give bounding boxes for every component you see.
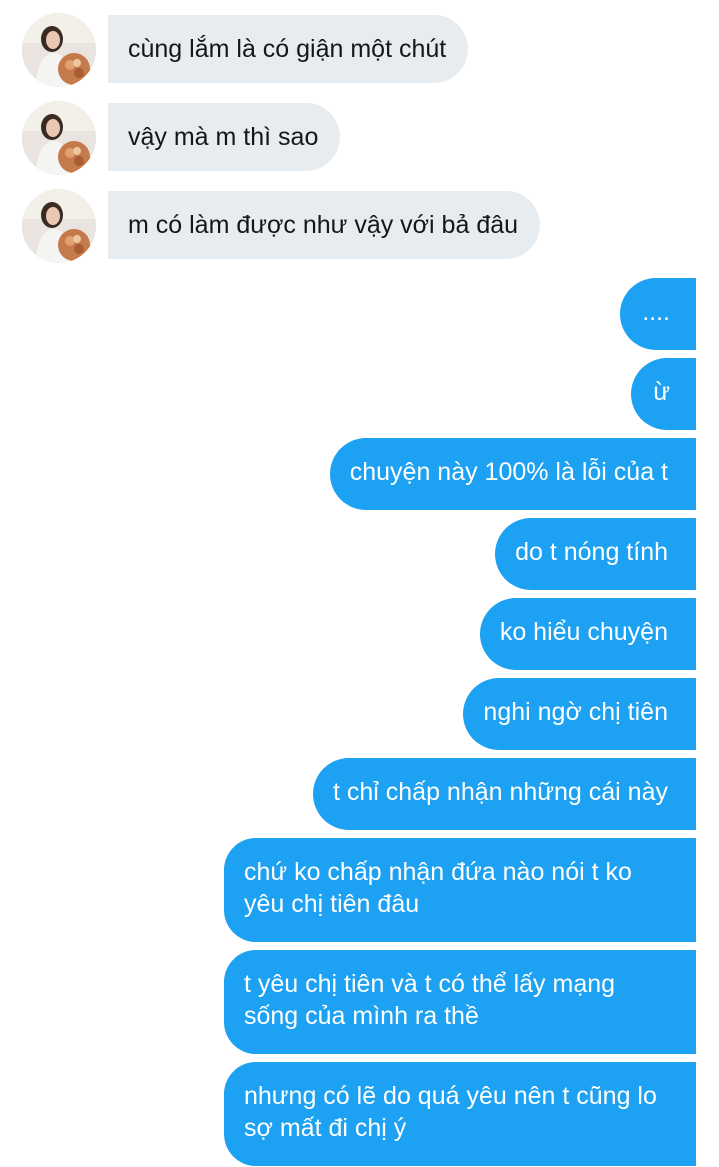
outgoing-bubble[interactable]: ừ <box>631 358 696 430</box>
avatar[interactable] <box>22 189 96 263</box>
outgoing-bubble[interactable]: t yêu chị tiên và t có thể lấy mạng sống… <box>224 950 696 1054</box>
outgoing-bubble[interactable]: .... <box>620 278 696 350</box>
incoming-message: vậy mà m thì sao <box>0 88 719 176</box>
outgoing-bubble[interactable]: nghi ngờ chị tiên <box>463 678 696 750</box>
incoming-bubble[interactable]: vậy mà m thì sao <box>108 103 341 171</box>
outgoing-bubble[interactable]: ko hiểu chuyện <box>479 598 696 670</box>
incoming-bubble[interactable]: cùng lắm là có giận một chút <box>108 15 469 83</box>
avatar[interactable] <box>22 13 96 87</box>
outgoing-bubble[interactable]: chứ ko chấp nhận đứa nào nói t ko yêu ch… <box>224 838 696 942</box>
outgoing-bubble[interactable]: chuyện này 100% là lỗi của t <box>329 438 696 510</box>
avatar[interactable] <box>22 101 96 175</box>
incoming-message: cùng lắm là có giận một chút <box>0 0 719 88</box>
incoming-bubble[interactable]: m có làm được như vậy với bả đâu <box>108 191 541 259</box>
outgoing-bubble[interactable]: nhưng có lẽ do quá yêu nên t cũng lo sợ … <box>224 1062 696 1166</box>
incoming-message: m có làm được như vậy với bả đâu <box>0 176 719 264</box>
chat-thread: cùng lắm là có giận một chút vậy mà m th… <box>0 0 719 1167</box>
outgoing-bubble[interactable]: do t nóng tính <box>495 518 696 590</box>
outgoing-bubble[interactable]: t chỉ chấp nhận những cái này <box>312 758 696 830</box>
